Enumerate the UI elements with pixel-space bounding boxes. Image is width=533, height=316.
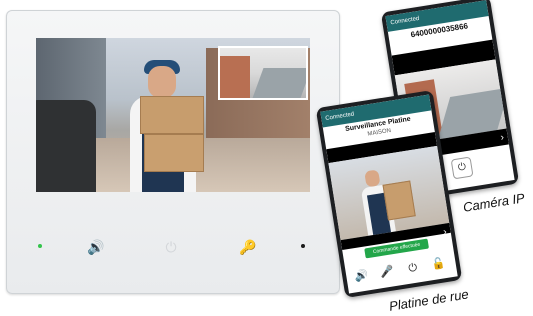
status-text: Connected [325, 111, 355, 122]
caption-street-panel: Platine de rue [388, 286, 470, 314]
status-text: Connected [390, 15, 420, 27]
lock-icon[interactable]: 🔓 [428, 254, 449, 275]
status-led-green [38, 244, 42, 248]
phone-screen-street: Connected Surveillance Platine MAISON › … [320, 94, 458, 294]
microphone-icon[interactable]: 🎤 [377, 262, 398, 283]
chevron-right-icon[interactable]: › [500, 132, 505, 143]
key-icon[interactable]: 🔑 [239, 239, 256, 255]
power-icon[interactable]: ⏻ [163, 239, 179, 255]
power-icon[interactable]: ⏻ [450, 156, 474, 180]
picture-in-picture[interactable] [218, 46, 308, 100]
caption-ip-camera: Caméra IP [462, 190, 526, 215]
speaker-icon[interactable]: 🔊 [87, 239, 104, 255]
status-led-black [301, 244, 305, 248]
power-icon[interactable]: ⏻ [403, 258, 424, 279]
bottom-controls: 🔊 🎤 ⏻ 🔓 [345, 249, 458, 294]
parcel-boxes [140, 96, 204, 172]
chevron-right-icon[interactable]: › [442, 227, 447, 238]
speaker-icon[interactable]: 🔊 [351, 266, 372, 287]
monitor-screen [36, 38, 310, 192]
car [36, 100, 96, 192]
indoor-monitor: 🔊 ⏻ 🔑 [6, 10, 340, 294]
monitor-control-row: 🔊 ⏻ 🔑 [7, 237, 339, 257]
